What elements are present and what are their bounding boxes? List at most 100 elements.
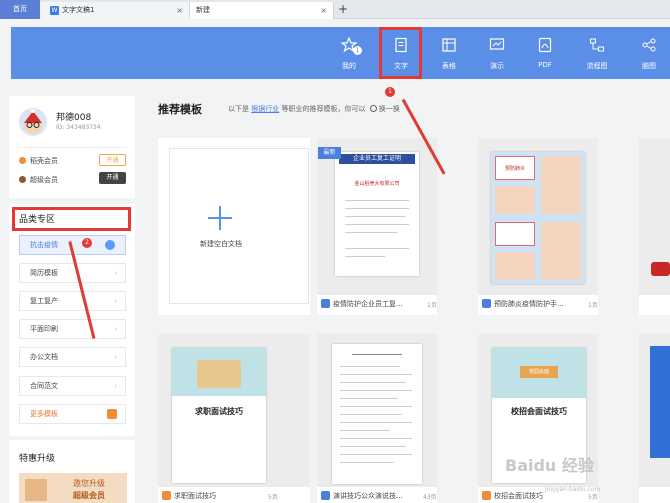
template-title-1: 疫情防护企业员工复... bbox=[321, 296, 413, 312]
docer-member-icon bbox=[19, 157, 26, 164]
step-badge-1: 1 bbox=[385, 87, 395, 97]
chevron-right-icon: › bbox=[114, 382, 117, 390]
avatar[interactable] bbox=[19, 108, 47, 136]
tab-home[interactable]: 首页 bbox=[0, 0, 40, 19]
highlight-category bbox=[12, 207, 131, 231]
word-doc-icon: W bbox=[50, 5, 59, 15]
category-item-label: 简历模板 bbox=[30, 269, 58, 277]
template-pages-1: 1页 bbox=[427, 302, 437, 309]
category-item-label: 更多模板 bbox=[30, 410, 58, 418]
thumb-cert-header: 企业员工复工证明 bbox=[339, 154, 415, 164]
chevron-right-icon: › bbox=[114, 325, 117, 333]
subtitle-suffix: 等职业的推荐模板，你可以 bbox=[281, 105, 366, 113]
upgrade-banner[interactable]: 邀您升级 超级会员 bbox=[19, 473, 127, 503]
tab-new-close-icon[interactable]: × bbox=[320, 2, 327, 19]
toolbar-mindmap[interactable]: 脑图 bbox=[629, 27, 669, 79]
tab-document-label: 文字文稿1 bbox=[62, 6, 95, 14]
doc-type-icon bbox=[482, 299, 491, 308]
super-member-icon bbox=[19, 176, 26, 183]
user-id: ID: 343483734 bbox=[56, 124, 101, 131]
thumb-paper-2: 预防肺炎 bbox=[491, 152, 585, 284]
category-item-label: 办公文档 bbox=[30, 353, 58, 361]
virus-icon bbox=[105, 240, 115, 250]
subtitle-prefix: 以下是 bbox=[228, 105, 249, 113]
toolbar-spreadsheet[interactable]: 表格 bbox=[429, 27, 469, 79]
watermark-sub: jingyan.baidu.com bbox=[545, 486, 601, 493]
spreadsheet-icon bbox=[442, 38, 456, 52]
more-templates-icon bbox=[107, 409, 117, 419]
highlight-text-button bbox=[379, 27, 422, 79]
tab-new[interactable]: 新建 × bbox=[190, 2, 334, 19]
doc-type-icon bbox=[321, 299, 330, 308]
template-title-3: 求职面试技巧 bbox=[162, 488, 262, 503]
new-tag: 最新 bbox=[318, 147, 341, 159]
category-item-more[interactable]: 更多模板 bbox=[19, 404, 126, 424]
toolbar-presentation[interactable]: 演示 bbox=[477, 27, 517, 79]
industry-link[interactable]: 根据行业 bbox=[251, 105, 279, 113]
category-item-label: 平面印刷 bbox=[30, 325, 58, 333]
category-item-resume[interactable]: 简历模板 › bbox=[19, 263, 126, 283]
member-docer: 稻壳会员 bbox=[19, 156, 58, 166]
template-title-4: 演讲技巧公众演说技... bbox=[321, 488, 417, 503]
member-docer-label: 稻壳会员 bbox=[30, 157, 58, 165]
add-tab-button[interactable]: + bbox=[338, 1, 348, 18]
toolbar-my[interactable]: 1 我的 bbox=[329, 27, 369, 79]
tab-document[interactable]: W 文字文稿1 × bbox=[40, 2, 190, 19]
thumb-cover-text-3: 求职面试技巧 bbox=[195, 407, 243, 416]
member-super: 超级会员 bbox=[19, 175, 58, 185]
page-title: 推荐模板 bbox=[158, 103, 202, 116]
ppt-type-icon bbox=[482, 491, 491, 500]
docer-open-button[interactable]: 开通 bbox=[99, 154, 126, 166]
step-badge-2: 2 bbox=[82, 238, 92, 248]
refresh-icon[interactable] bbox=[369, 105, 377, 112]
tab-document-close-icon[interactable]: × bbox=[176, 2, 183, 19]
user-name: 邦德008 bbox=[56, 113, 92, 123]
chevron-right-icon: › bbox=[114, 297, 117, 305]
toolbar-flowchart-label: 流程图 bbox=[586, 62, 608, 70]
ppt-type-icon bbox=[162, 491, 171, 500]
category-item-contract[interactable]: 合同范文 › bbox=[19, 376, 126, 396]
toolbar-flowchart[interactable]: 流程图 bbox=[577, 27, 617, 79]
toolbar-mindmap-label: 脑图 bbox=[642, 62, 656, 70]
category-item-office[interactable]: 办公文档 › bbox=[19, 347, 126, 367]
category-item-label: 合同范文 bbox=[30, 382, 58, 390]
thumb-epidemic-banner: 预防肺炎 bbox=[495, 156, 535, 180]
thumb-school-badge: 校园会面 bbox=[520, 366, 558, 378]
flowchart-icon bbox=[590, 38, 604, 52]
toolbar-my-badge: 1 bbox=[353, 46, 362, 55]
member-super-label: 超级会员 bbox=[30, 176, 58, 184]
template-title-2: 预防肺炎疫情防护手... bbox=[482, 296, 574, 312]
new-blank-label: 新建空白文档 bbox=[200, 240, 242, 248]
upgrade-title: 特惠升级 bbox=[19, 454, 56, 464]
mindmap-icon bbox=[642, 38, 656, 52]
tab-new-label: 新建 bbox=[196, 6, 210, 14]
super-open-button[interactable]: 开通 bbox=[99, 172, 126, 184]
plus-icon-h bbox=[208, 217, 232, 219]
thumb-company-name: 金山稻壳大有限公司 bbox=[354, 181, 400, 187]
category-item-print[interactable]: 平面印刷 › bbox=[19, 319, 126, 339]
thumb-paper-1: 企业员工复工证明 金山稻壳大有限公司 bbox=[335, 152, 419, 276]
toolbar-presentation-label: 演示 bbox=[490, 62, 504, 70]
toolbar-pdf-label: PDF bbox=[538, 61, 552, 69]
thumb-cover-text-5: 校招会面试技巧 bbox=[511, 407, 567, 416]
new-blank-tile[interactable] bbox=[169, 148, 309, 304]
toolbar-my-label: 我的 bbox=[342, 62, 356, 70]
avatar-image-icon bbox=[24, 109, 42, 134]
thumb-paper-3: 求职面试技巧 bbox=[172, 348, 266, 483]
category-item-resume-work[interactable]: 复工复产 › bbox=[19, 291, 126, 311]
partial-thumb-shape bbox=[651, 262, 670, 276]
template-pages-2: 1页 bbox=[588, 302, 598, 309]
template-pages-4: 43页 bbox=[423, 494, 437, 501]
partial-thumb-shape-2 bbox=[650, 346, 670, 458]
upgrade-line1: 邀您升级 bbox=[73, 479, 105, 488]
template-pages-5: 5页 bbox=[588, 494, 598, 501]
presentation-icon bbox=[489, 38, 505, 50]
new-doc-toolbar: 1 我的 文字 表格 演示 PDF 流程图 脑图 bbox=[11, 27, 670, 79]
upgrade-line2: 超级会员 bbox=[73, 491, 105, 500]
swap-action[interactable]: 换一换 bbox=[379, 105, 400, 113]
chevron-right-icon: › bbox=[114, 353, 117, 361]
thumb-paper-4 bbox=[332, 344, 422, 484]
toolbar-pdf[interactable]: PDF bbox=[525, 27, 565, 79]
category-item-label: 抗击疫情 bbox=[30, 241, 58, 249]
recommend-subtitle: 以下是 根据行业 等职业的推荐模板，你可以 换一换 bbox=[228, 104, 400, 114]
